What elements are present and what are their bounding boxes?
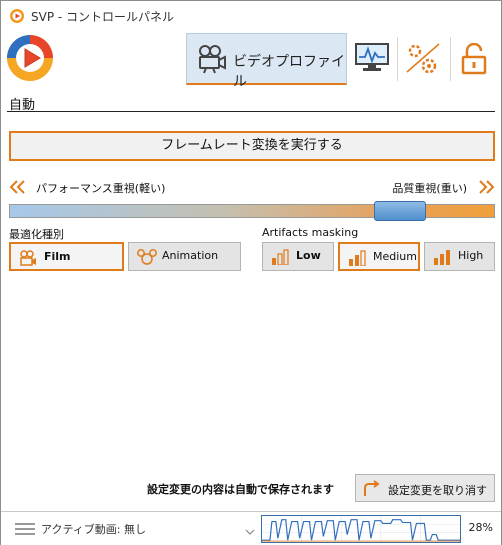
- tab-video-profile-label: ビデオプロファイル: [233, 54, 345, 90]
- performance-priority-label: パフォーマンス重視(軽い): [36, 182, 166, 195]
- artifacts-low-button[interactable]: Low: [262, 242, 334, 271]
- signal-bars-icon: [272, 249, 289, 265]
- artifacts-medium-button[interactable]: Medium: [338, 242, 420, 271]
- artifacts-masking-label: Artifacts masking: [262, 226, 359, 239]
- lock-icon: [461, 43, 487, 75]
- artifacts-high-label: High: [458, 249, 484, 262]
- artifacts-medium-label: Medium: [373, 250, 417, 263]
- mouse-ears-icon: [137, 249, 157, 265]
- increase-quality-icon[interactable]: [477, 180, 495, 194]
- quality-slider-thumb[interactable]: [373, 201, 426, 221]
- tab-monitor[interactable]: [349, 33, 395, 85]
- film-option-label: Film: [44, 250, 71, 263]
- undo-arrow-icon: [364, 480, 380, 496]
- window-title: SVP - コントロールパネル: [31, 10, 175, 24]
- menu-lines-icon[interactable]: [15, 523, 35, 535]
- gears-icon: [406, 43, 440, 74]
- artifacts-high-button[interactable]: High: [424, 242, 495, 271]
- signal-bars-icon: [349, 250, 366, 266]
- animation-option-button[interactable]: Animation: [128, 242, 241, 271]
- quality-slider-labels: パフォーマンス重視(軽い) 品質重視(重い): [9, 179, 495, 197]
- svp-logo-icon: [7, 35, 53, 81]
- section-divider: [7, 111, 495, 112]
- optimization-type-label: 最適化種別: [9, 228, 64, 241]
- active-video-status: アクティブ動画: 無し: [41, 523, 146, 536]
- svp-control-panel-window: SVP - コントロールパネル ビデオプロファイル 自動 フレームレート変換を実…: [0, 0, 502, 545]
- artifacts-low-label: Low: [296, 249, 321, 262]
- film-camera-icon: [20, 250, 36, 266]
- cpu-usage-graph: [261, 515, 461, 543]
- signal-bars-icon: [434, 250, 450, 265]
- undo-changes-button[interactable]: 設定変更を取り消す: [355, 474, 495, 502]
- video-camera-icon: [199, 45, 226, 74]
- quality-priority-label: 品質重視(重い): [392, 182, 467, 195]
- cpu-usage-percent: 28%: [468, 521, 493, 534]
- monitor-icon: [355, 43, 389, 71]
- title-bar: SVP - コントロールパネル: [1, 1, 501, 31]
- undo-changes-label: 設定変更を取り消す: [388, 484, 487, 497]
- svp-app-icon: [10, 9, 24, 23]
- auto-save-note: 設定変更の内容は自動で保存されます: [147, 483, 334, 496]
- tab-performance[interactable]: [398, 33, 448, 85]
- film-option-button[interactable]: Film: [9, 242, 124, 271]
- chevron-down-icon[interactable]: [245, 528, 255, 536]
- decrease-quality-icon[interactable]: [9, 180, 27, 194]
- header-toolbar: ビデオプロファイル: [1, 31, 501, 90]
- status-bar: アクティブ動画: 無し 28%: [1, 511, 501, 545]
- run-frame-rate-conversion-button[interactable]: フレームレート変換を実行する: [9, 131, 495, 161]
- tab-lock[interactable]: [451, 33, 497, 85]
- tab-video-profile[interactable]: ビデオプロファイル: [186, 33, 347, 90]
- animation-option-label: Animation: [162, 249, 219, 262]
